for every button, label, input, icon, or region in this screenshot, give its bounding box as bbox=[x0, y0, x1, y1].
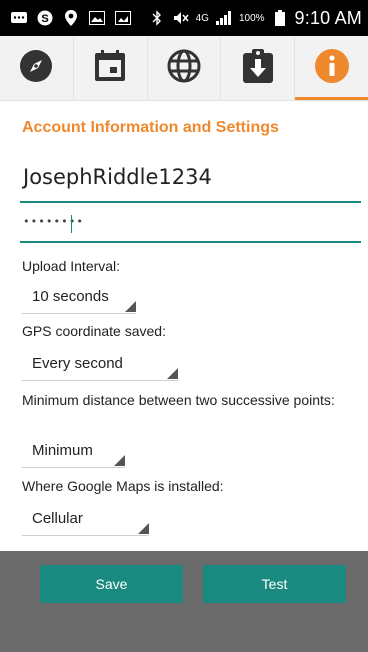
compass-icon bbox=[18, 48, 54, 89]
tab-calendar[interactable] bbox=[74, 36, 148, 100]
dropdown-arrow-icon bbox=[138, 523, 149, 534]
upload-interval-dropdown[interactable]: 10 seconds bbox=[22, 285, 136, 314]
username-value: JosephRiddle1234 bbox=[23, 165, 212, 189]
password-value: •••••••• bbox=[23, 215, 84, 228]
page-title: Account Information and Settings bbox=[22, 119, 279, 136]
dropdown-arrow-icon bbox=[125, 301, 136, 312]
tab-info[interactable] bbox=[295, 36, 368, 100]
svg-text:S: S bbox=[41, 13, 48, 25]
mute-icon bbox=[172, 9, 190, 27]
maps-label: Where Google Maps is installed: bbox=[22, 478, 224, 494]
message-icon bbox=[10, 9, 28, 27]
settings-panel: Account Information and Settings JosephR… bbox=[0, 101, 368, 551]
network-type: 4G bbox=[195, 12, 209, 24]
notification-icons: S bbox=[0, 9, 132, 27]
dropdown-arrow-icon bbox=[114, 455, 125, 466]
info-icon bbox=[313, 47, 351, 90]
username-field[interactable]: JosephRiddle1234 bbox=[20, 159, 361, 203]
password-field[interactable]: •••••••• bbox=[20, 207, 361, 243]
dropdown-arrow-icon bbox=[167, 368, 178, 379]
save-button[interactable]: Save bbox=[40, 565, 183, 603]
tab-globe[interactable] bbox=[148, 36, 222, 100]
battery-percent: 100% bbox=[238, 12, 265, 24]
min-distance-dropdown[interactable]: Minimum bbox=[22, 439, 125, 468]
gallery-icon bbox=[114, 9, 132, 27]
gps-dropdown[interactable]: Every second bbox=[22, 352, 178, 381]
min-distance-value: Minimum bbox=[32, 442, 93, 459]
tab-bar bbox=[0, 36, 368, 101]
battery-icon bbox=[271, 9, 289, 27]
clipboard-download-icon bbox=[241, 48, 275, 89]
upload-interval-value: 10 seconds bbox=[32, 288, 109, 305]
bluetooth-icon bbox=[148, 9, 166, 27]
button-bar: Save Test bbox=[0, 551, 368, 652]
maps-value: Cellular bbox=[32, 510, 83, 527]
status-bar: S 4G 100% 9:10 AM bbox=[0, 0, 368, 36]
tab-compass[interactable] bbox=[0, 36, 74, 100]
skype-icon: S bbox=[36, 9, 54, 27]
maps-dropdown[interactable]: Cellular bbox=[22, 507, 149, 536]
test-button[interactable]: Test bbox=[203, 565, 346, 603]
clock: 9:10 AM bbox=[294, 7, 362, 28]
min-distance-label: Minimum distance between two successive … bbox=[22, 392, 335, 408]
upload-interval-label: Upload Interval: bbox=[22, 258, 121, 274]
system-indicators: 4G 100% 9:10 AM bbox=[148, 8, 368, 29]
text-cursor bbox=[71, 215, 72, 233]
globe-icon bbox=[166, 48, 202, 89]
tab-download[interactable] bbox=[221, 36, 296, 100]
signal-icon bbox=[215, 9, 233, 27]
image-icon bbox=[88, 9, 106, 27]
location-pin-icon bbox=[62, 9, 80, 27]
gps-label: GPS coordinate saved: bbox=[22, 323, 166, 339]
calendar-icon bbox=[93, 49, 127, 88]
gps-value: Every second bbox=[32, 355, 123, 372]
